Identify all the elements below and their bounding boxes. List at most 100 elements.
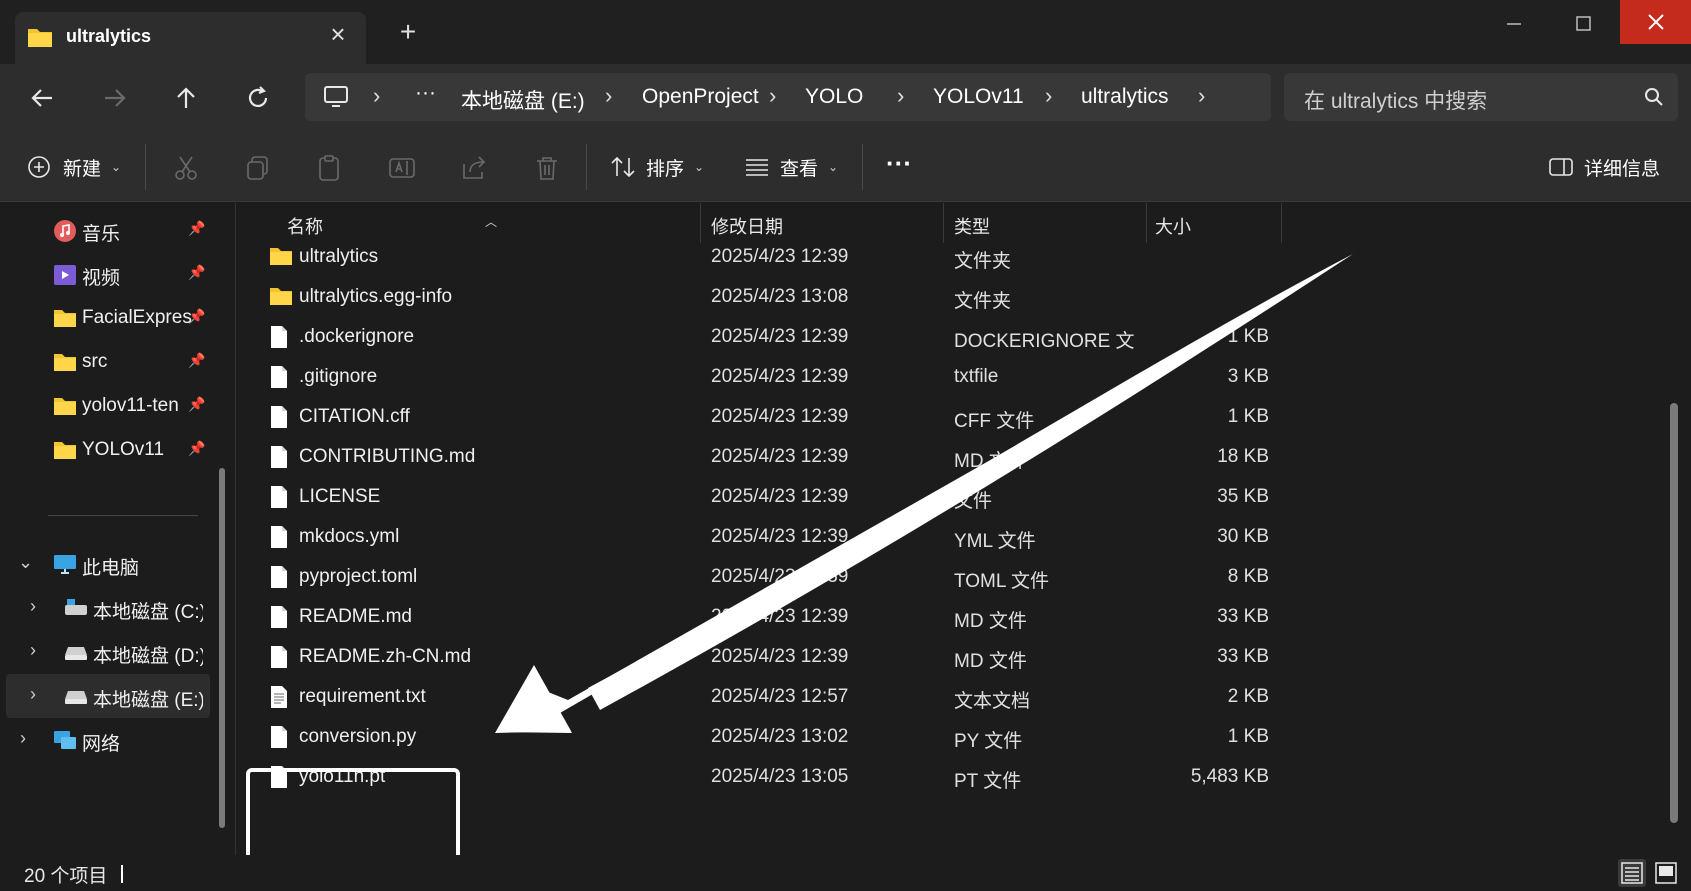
file-row[interactable]: LICENSE 2025/4/23 12:39 文件 35 KB	[237, 475, 1269, 518]
chevron-right-icon: ›	[769, 83, 777, 108]
sort-icon	[611, 156, 635, 178]
file-row[interactable]: README.md 2025/4/23 12:39 MD 文件 33 KB	[237, 595, 1269, 638]
search-box[interactable]: 在 ultralytics 中搜索	[1284, 73, 1678, 121]
view-icon	[746, 159, 768, 176]
view-label: 查看	[780, 158, 819, 180]
sidebar-item-yolov11[interactable]: YOLOv11 📌	[0, 428, 220, 472]
address-bar[interactable]: › ··· 本地磁盘 (E:) › OpenProject › YOLO › Y…	[305, 73, 1271, 121]
file-size: 18 KB	[1217, 446, 1269, 467]
chevron-down-icon: ⌄	[111, 160, 122, 174]
up-button[interactable]	[166, 78, 206, 118]
file-row[interactable]: CITATION.cff 2025/4/23 12:39 CFF 文件 1 KB	[237, 395, 1269, 438]
chevron-right-icon[interactable]: ›	[20, 728, 26, 749]
new-tab-button[interactable]: +	[396, 18, 420, 46]
sidebar-item-drive-d[interactable]: › 本地磁盘 (D:)	[0, 630, 220, 674]
music-icon	[53, 219, 77, 242]
file-name: conversion.py	[299, 726, 417, 747]
folder-icon	[53, 439, 77, 461]
new-button[interactable]: 新建 ⌄	[27, 152, 121, 182]
folder-icon	[269, 285, 292, 309]
sidebar-item-network[interactable]: › 网络	[0, 718, 220, 762]
file-name: README.md	[299, 606, 412, 627]
sidebar-item-music[interactable]: 音乐 📌	[0, 208, 220, 252]
sidebar-item-yolov11-ten[interactable]: yolov11-ten 📌	[0, 384, 220, 428]
minimize-button[interactable]	[1484, 8, 1544, 40]
file-size: 35 KB	[1217, 486, 1269, 507]
back-button[interactable]	[22, 78, 62, 118]
sidebar-item-video[interactable]: 视频 📌	[0, 252, 220, 296]
chevron-right-icon[interactable]: ›	[30, 640, 36, 661]
file-row[interactable]: pyproject.toml 2025/4/23 12:39 TOML 文件 8 KB	[237, 555, 1269, 598]
file-row[interactable]: .dockerignore 2025/4/23 12:39 DOCKERIGNORE…	[237, 315, 1269, 358]
delete-icon[interactable]	[533, 154, 561, 182]
file-type: 文件夹	[954, 251, 1012, 272]
sidebar-item-this-pc[interactable]: ⌄ 此电脑	[0, 542, 220, 586]
chevron-down-icon[interactable]: ⌄	[18, 552, 33, 573]
rename-icon[interactable]	[388, 154, 416, 182]
file-list: 名称 ︿ 修改日期 类型 大小 ultralytics 2025/4/23 12:…	[237, 203, 1691, 855]
file-size: 3 KB	[1227, 366, 1269, 387]
file-type: YML 文件	[954, 531, 1036, 552]
share-icon[interactable]	[460, 154, 488, 182]
close-tab-button[interactable]: ×	[326, 21, 350, 47]
chevron-right-icon[interactable]: ›	[30, 596, 36, 617]
sort-button[interactable]: 排序 ⌄	[610, 152, 704, 182]
column-divider[interactable]	[1281, 203, 1282, 243]
folder-icon	[53, 395, 77, 417]
file-row[interactable]: requirement.txt 2025/4/23 12:57 文本文档 2 KB	[237, 675, 1269, 718]
drive-icon	[64, 641, 88, 663]
file-type: DOCKERIGNORE 文...	[954, 331, 1134, 352]
file-row[interactable]: ultralytics.egg-info 2025/4/23 13:08 文件夹	[237, 275, 1237, 318]
sidebar-label: yolov11-ten	[82, 395, 179, 416]
file-row[interactable]: ultralytics 2025/4/23 12:39 文件夹	[237, 235, 1237, 278]
close-window-button[interactable]	[1620, 0, 1691, 44]
breadcrumb-yolov11[interactable]: YOLOv11	[933, 85, 1024, 109]
text-cursor	[121, 865, 123, 883]
details-pane-icon	[1549, 158, 1573, 176]
pin-icon[interactable]: 📌	[188, 264, 205, 281]
file-row[interactable]: conversion.py 2025/4/23 13:02 PY 文件 1 KB	[237, 715, 1269, 758]
sidebar-item-drive-e[interactable]: › 本地磁盘 (E:)	[6, 674, 210, 718]
computer-icon	[323, 85, 349, 114]
file-row[interactable]: mkdocs.yml 2025/4/23 12:39 YML 文件 30 KB	[237, 515, 1269, 558]
sidebar-item-facialexpres[interactable]: FacialExpres 📌	[0, 296, 220, 340]
maximize-button[interactable]	[1553, 8, 1613, 40]
breadcrumb-overflow[interactable]: ···	[415, 81, 436, 105]
chevron-right-icon[interactable]: ›	[30, 684, 36, 705]
breadcrumb-ultralytics[interactable]: ultralytics	[1081, 85, 1169, 109]
pin-icon[interactable]: 📌	[188, 308, 205, 325]
copy-icon[interactable]	[244, 154, 272, 182]
file-icon	[269, 605, 291, 629]
folder-icon	[27, 26, 53, 53]
breadcrumb-drive-e[interactable]: 本地磁盘 (E:)	[461, 85, 585, 115]
search-icon[interactable]	[1644, 87, 1664, 112]
pin-icon[interactable]: 📌	[188, 352, 205, 369]
details-button[interactable]: 详细信息	[1548, 152, 1660, 182]
tab-ultralytics[interactable]: ultralytics ×	[15, 12, 366, 64]
folder-icon	[53, 307, 77, 329]
pin-icon[interactable]: 📌	[188, 220, 205, 237]
forward-button[interactable]	[95, 78, 135, 118]
view-button[interactable]: 查看 ⌄	[744, 152, 838, 182]
file-date: 2025/4/23 12:39	[711, 446, 849, 467]
refresh-button[interactable]	[238, 78, 278, 118]
file-row[interactable]: README.zh-CN.md 2025/4/23 12:39 MD 文件 33 KB	[237, 635, 1269, 678]
details-view-button[interactable]	[1618, 859, 1646, 887]
content-scrollbar[interactable]	[1670, 403, 1678, 823]
pin-icon[interactable]: 📌	[188, 440, 205, 457]
file-icon	[269, 565, 291, 589]
sidebar-scrollbar[interactable]	[219, 468, 225, 828]
paste-icon[interactable]	[316, 154, 344, 182]
breadcrumb-openproject[interactable]: OpenProject	[642, 85, 759, 109]
cut-icon[interactable]	[172, 154, 200, 182]
file-row[interactable]: CONTRIBUTING.md 2025/4/23 12:39 MD 文件 18 KB	[237, 435, 1269, 478]
tiles-view-button[interactable]	[1652, 859, 1680, 887]
sidebar-item-src[interactable]: src 📌	[0, 340, 220, 384]
refresh-icon	[248, 86, 268, 107]
file-row[interactable]: .gitignore 2025/4/23 12:39 txtfile 3 KB	[237, 355, 1269, 398]
more-button[interactable]: ···	[886, 148, 912, 178]
breadcrumb-yolo[interactable]: YOLO	[805, 85, 863, 109]
pin-icon[interactable]: 📌	[188, 396, 205, 413]
sidebar-item-drive-c[interactable]: › 本地磁盘 (C:)	[0, 586, 220, 630]
chevron-right-icon: ›	[1198, 83, 1206, 108]
